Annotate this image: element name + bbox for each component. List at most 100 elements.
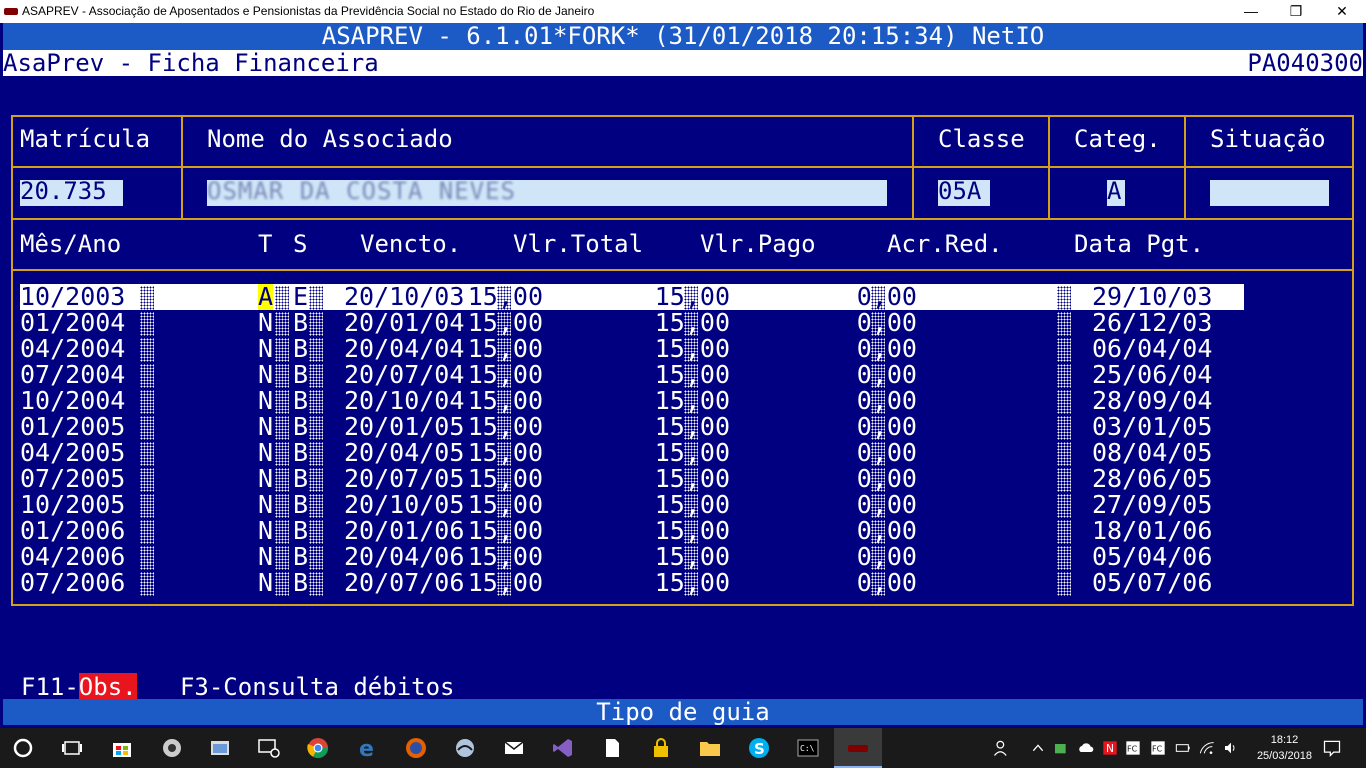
- cell-vlr-pago: 15,00: [590, 414, 730, 440]
- table-row[interactable]: 10/2003AE20/10/0315,0015,000,0029/10/03: [20, 284, 1244, 310]
- edge-icon[interactable]: e: [356, 736, 380, 760]
- nome-field[interactable]: OSMAR DA COSTA NEVES: [207, 177, 887, 206]
- outlook-icon[interactable]: [453, 736, 477, 760]
- cell-vlr-pago: 15,00: [590, 310, 730, 336]
- file-icon[interactable]: [600, 736, 624, 760]
- classe-field[interactable]: 05A: [938, 177, 990, 206]
- notifications-icon[interactable]: [1322, 738, 1342, 758]
- cell-vlr-pago: 15,00: [590, 570, 730, 596]
- fc2-icon[interactable]: FC: [1150, 740, 1166, 756]
- task-view-icon[interactable]: [60, 736, 84, 760]
- clock[interactable]: 18:12 25/03/2018: [1257, 732, 1312, 764]
- cell-t: A: [258, 282, 274, 311]
- cell-vlr-total: 15,00: [403, 388, 543, 414]
- start-icon[interactable]: [11, 736, 35, 760]
- field-filler: [684, 286, 698, 310]
- divider: [912, 115, 914, 220]
- cell-vlr-pago: 15,00: [590, 492, 730, 518]
- visual-studio-icon[interactable]: [551, 736, 575, 760]
- minimize-button[interactable]: —: [1228, 0, 1274, 23]
- cell-vlr-total: 15,00: [403, 310, 543, 336]
- field-filler: [497, 338, 511, 362]
- store-icon[interactable]: [110, 736, 134, 760]
- field-filler: [275, 286, 289, 310]
- field-filler: [684, 520, 698, 544]
- f11-key[interactable]: F11-: [21, 673, 79, 701]
- field-filler: [497, 286, 511, 310]
- lock-icon[interactable]: [649, 736, 673, 760]
- field-filler: [871, 364, 885, 388]
- field-filler: [871, 390, 885, 414]
- chrome-icon[interactable]: [306, 736, 330, 760]
- field-filler: [140, 286, 154, 310]
- cell-vlr-total: 15,00: [403, 362, 543, 388]
- field-filler: [275, 520, 289, 544]
- field-filler: [140, 312, 154, 336]
- skype-icon[interactable]: S: [747, 736, 771, 760]
- app-icon[interactable]: [160, 736, 184, 760]
- field-filler: [497, 312, 511, 336]
- cell-vlr-pago: 15,00: [590, 336, 730, 362]
- explorer-icon[interactable]: [208, 736, 232, 760]
- f3-consulta-debitos[interactable]: F3-Consulta débitos: [180, 673, 455, 701]
- cell-s: B: [293, 308, 309, 337]
- close-button[interactable]: ✕: [1319, 0, 1365, 23]
- field-filler: [140, 416, 154, 440]
- asaprev-icon[interactable]: [846, 736, 870, 760]
- divider: [11, 166, 1354, 168]
- f11-obs-label[interactable]: Obs.: [78, 673, 137, 701]
- cloud-icon[interactable]: [1052, 740, 1070, 756]
- chevron-up-icon[interactable]: [1030, 740, 1046, 756]
- field-filler: [275, 416, 289, 440]
- field-filler: [1057, 416, 1071, 440]
- cell-vlr-total: 15,00: [403, 570, 543, 596]
- cmd-icon[interactable]: C:\: [796, 736, 820, 760]
- cell-s: B: [293, 412, 309, 441]
- field-filler: [140, 338, 154, 362]
- cell-data-pgt: 25/06/04: [1092, 360, 1213, 389]
- devices-icon[interactable]: [257, 736, 281, 760]
- people-icon[interactable]: [992, 738, 1012, 758]
- cell-acr-red: 0,00: [856, 360, 917, 389]
- field-filler: [871, 286, 885, 310]
- cell-data-pgt: 05/07/06: [1092, 568, 1213, 597]
- cell-data-pgt: 26/12/03: [1092, 308, 1213, 337]
- cell-acr-red: 0,00: [856, 516, 917, 545]
- cell-data-pgt: 03/01/05: [1092, 412, 1213, 441]
- cell-vlr-pago: 15,00: [590, 466, 730, 492]
- field-filler: [871, 572, 885, 596]
- system-header: ASAPREV - 6.1.01*FORK* (31/01/2018 20:15…: [3, 23, 1363, 50]
- mail-icon[interactable]: [502, 736, 526, 760]
- svg-text:N: N: [1106, 742, 1114, 755]
- cell-acr-red: 0,00: [856, 308, 917, 337]
- cell-t: N: [258, 386, 274, 415]
- cell-mes-ano: 10/2003: [20, 282, 126, 311]
- field-filler: [275, 390, 289, 414]
- field-filler: [309, 390, 323, 414]
- fc-icon[interactable]: FC: [1125, 740, 1141, 756]
- svg-text:e: e: [359, 737, 374, 760]
- maximize-button[interactable]: ❐: [1273, 0, 1319, 23]
- wifi-icon[interactable]: [1198, 740, 1216, 756]
- field-filler: [275, 468, 289, 492]
- firefox-icon[interactable]: [404, 736, 428, 760]
- field-filler: [684, 312, 698, 336]
- terminal-screen[interactable]: ASAPREV - 6.1.01*FORK* (31/01/2018 20:15…: [0, 23, 1366, 728]
- upload-icon[interactable]: [1077, 740, 1095, 756]
- battery-icon[interactable]: [1174, 740, 1192, 756]
- notes-icon[interactable]: N: [1102, 740, 1118, 756]
- cell-vlr-total: 15,00: [403, 284, 543, 310]
- categ-field[interactable]: A: [1107, 177, 1125, 206]
- field-filler: [1057, 390, 1071, 414]
- field-filler: [275, 494, 289, 518]
- status-line: Tipo de guia: [3, 699, 1363, 725]
- situacao-field[interactable]: [1210, 180, 1329, 206]
- field-filler: [1057, 546, 1071, 570]
- matricula-field[interactable]: 20.735: [20, 177, 123, 206]
- volume-icon[interactable]: [1222, 740, 1240, 756]
- cell-vlr-total: 15,00: [403, 518, 543, 544]
- cell-vlr-pago: 15,00: [590, 518, 730, 544]
- cell-vlr-pago: 15,00: [590, 388, 730, 414]
- cell-t: N: [258, 542, 274, 571]
- folder-icon[interactable]: [698, 736, 722, 760]
